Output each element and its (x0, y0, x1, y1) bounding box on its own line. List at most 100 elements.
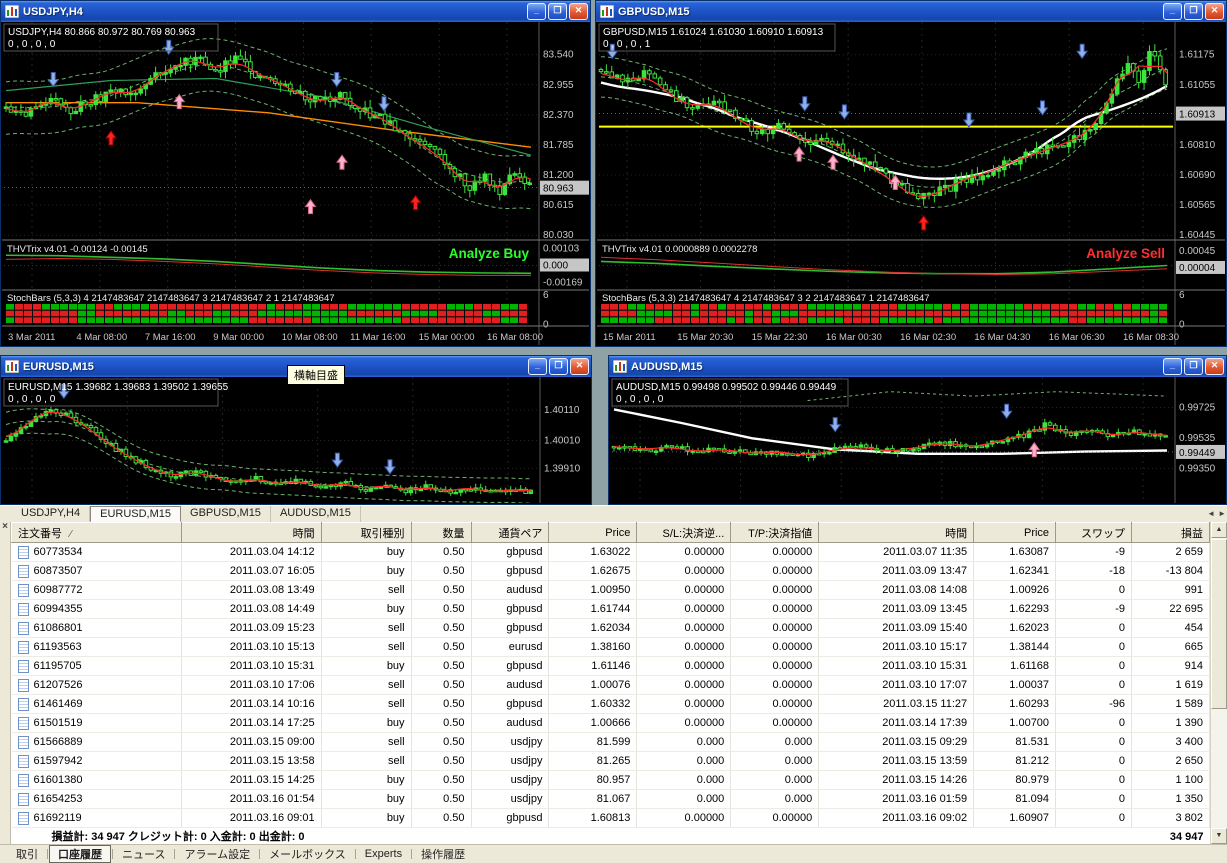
cell: 0.000 (636, 751, 732, 771)
maximize-button[interactable]: ❐ (1184, 3, 1203, 20)
cell: gbpusd (471, 694, 550, 714)
history-row[interactable]: 61195705 2011.03.10 15:31 buy 0.50 gbpusd 1.6… (11, 656, 1210, 676)
column-header-4[interactable]: 通貨ペア (470, 522, 550, 543)
maximize-button[interactable]: ❐ (548, 3, 567, 20)
chart-tab-usdjpy-h4[interactable]: USDJPY,H4 (12, 506, 91, 522)
cell: 0.00000 (636, 637, 732, 657)
terminal-tab-0[interactable]: 取引 (8, 846, 46, 862)
history-row[interactable]: 61601380 2011.03.15 14:25 buy 0.50 usdjpy 80.… (11, 770, 1210, 790)
tab-scroll-left-icon[interactable]: ◄ (1207, 509, 1215, 518)
chart-tab-audusd-m15[interactable]: AUDUSD,M15 (271, 506, 361, 522)
cell: audusd (471, 675, 550, 695)
cell: 0.000 (730, 789, 820, 809)
tab-separator (112, 849, 113, 859)
column-header-9[interactable]: Price (973, 522, 1057, 543)
chart-canvas-eurusd[interactable]: 1.40110 1.40010 1.39910 EURUSD,M15 1.39682 … (2, 377, 590, 503)
terminal-tab-5[interactable]: Experts (357, 848, 410, 860)
titlebar-usdjpy[interactable]: USDJPY,H4 _ ❐ ✕ (1, 1, 590, 22)
maximize-button[interactable]: ❐ (549, 358, 568, 375)
scroll-down-icon[interactable]: ▼ (1211, 828, 1227, 844)
cell: 2011.03.10 15:17 (818, 637, 975, 657)
chart-canvas-audusd[interactable]: 0.99725 0.99535 0.99350 0.99449 AUDUSD,M15 0… (610, 377, 1225, 503)
terminal-tab-1[interactable]: 口座履歴 (49, 845, 111, 863)
titlebar-gbpusd[interactable]: GBPUSD,M15 _ ❐ ✕ (596, 1, 1226, 22)
svg-text:4 Mar 08:00: 4 Mar 08:00 (76, 332, 127, 343)
order-number: 60773534 (33, 546, 83, 558)
cell: sell (321, 618, 412, 638)
svg-text:1.61055: 1.61055 (1179, 80, 1216, 91)
chart-tab-eurusd-m15[interactable]: EURUSD,M15 (90, 506, 182, 522)
cell: 1 100 (1131, 770, 1210, 790)
chart-tab-bar: USDJPY,H4 EURUSD,M15 GBPUSD,M15 AUDUSD,M15 (12, 506, 361, 522)
cell: 2011.03.07 11:35 (818, 542, 975, 562)
minimize-button[interactable]: _ (528, 358, 547, 375)
cell: 2 650 (1131, 751, 1210, 771)
history-row[interactable]: 61207526 2011.03.10 17:06 sell 0.50 audusd 1.… (11, 675, 1210, 695)
table-scrollbar[interactable]: ▲ ▼ (1210, 522, 1227, 844)
cell: 454 (1131, 618, 1210, 638)
cell: 2011.03.10 15:31 (181, 656, 322, 676)
close-button[interactable]: ✕ (1205, 3, 1224, 20)
terminal-left-strip: × (0, 522, 11, 844)
svg-text:0 , 0 , 0 , 0: 0 , 0 , 0 , 0 (8, 394, 56, 405)
cell: 0.50 (411, 808, 472, 828)
history-row[interactable]: 61692119 2011.03.16 09:01 buy 0.50 gbpusd 1.6… (11, 808, 1210, 828)
column-header-8[interactable]: 時間 (818, 522, 975, 543)
history-row[interactable]: 61461469 2011.03.14 10:16 sell 0.50 gbpusd 1.… (11, 694, 1210, 714)
cell: 1 619 (1131, 675, 1210, 695)
history-row[interactable]: 61597942 2011.03.15 13:58 sell 0.50 usdjpy 81… (11, 751, 1210, 771)
history-row[interactable]: 60987772 2011.03.08 13:49 sell 0.50 audusd 1.… (11, 580, 1210, 600)
close-button[interactable]: ✕ (570, 358, 589, 375)
history-row[interactable]: 61501519 2011.03.14 17:25 buy 0.50 audusd 1.0… (11, 713, 1210, 733)
column-header-3[interactable]: 数量 (410, 522, 472, 543)
cell: 0 (1055, 713, 1132, 733)
cell: sell (321, 694, 412, 714)
terminal-close-button[interactable]: × (0, 522, 10, 532)
terminal-tab-4[interactable]: メールボックス (261, 846, 354, 862)
column-header-5[interactable]: Price (548, 522, 638, 543)
terminal-tab-6[interactable]: 操作履歴 (413, 846, 473, 862)
history-row[interactable]: 60873507 2011.03.07 16:05 buy 0.50 gbpusd 1.6… (11, 561, 1210, 581)
chart-canvas-usdjpy[interactable]: 83.54082.95582.37081.78581.20080.61580.0… (2, 22, 589, 345)
chart-icon (612, 359, 628, 374)
column-header-2[interactable]: 取引種別 (320, 522, 412, 543)
cell: audusd (471, 580, 550, 600)
column-header-7[interactable]: T/P:決済指値 (730, 522, 820, 543)
column-header-10[interactable]: スワップ (1055, 522, 1132, 543)
cell: 2011.03.08 13:49 (181, 580, 322, 600)
minimize-button[interactable]: _ (1163, 3, 1182, 20)
chart-tab-gbpusd-m15[interactable]: GBPUSD,M15 (181, 506, 271, 522)
cell: 0.50 (411, 561, 472, 581)
cell: 0.50 (411, 694, 472, 714)
column-header-11[interactable]: 損益 (1131, 522, 1210, 543)
cell: 1.00666 (548, 713, 638, 733)
history-row[interactable]: 61086801 2011.03.09 15:23 sell 0.50 gbpusd 1.… (11, 618, 1210, 638)
terminal-tab-3[interactable]: アラーム設定 (176, 846, 258, 862)
minimize-button[interactable]: _ (527, 3, 546, 20)
column-header-0[interactable]: 注文番号 ∕ (11, 522, 182, 543)
minimize-button[interactable]: _ (1163, 358, 1182, 375)
history-row[interactable]: 60994355 2011.03.08 14:49 buy 0.50 gbpusd 1.6… (11, 599, 1210, 619)
history-row[interactable]: 61566889 2011.03.15 09:00 sell 0.50 usdjpy 81… (11, 732, 1210, 752)
maximize-button[interactable]: ❐ (1184, 358, 1203, 375)
history-row[interactable]: 61654253 2011.03.16 01:54 buy 0.50 usdjpy 81.… (11, 789, 1210, 809)
column-header-1[interactable]: 時間 (180, 522, 322, 543)
close-button[interactable]: ✕ (569, 3, 588, 20)
tab-separator (259, 849, 261, 859)
cell: 0.00000 (636, 561, 732, 581)
scroll-up-icon[interactable]: ▲ (1211, 522, 1227, 538)
cell: usdjpy (471, 770, 550, 790)
column-header-6[interactable]: S/L:決済逆... (636, 522, 732, 543)
terminal-tab-2[interactable]: ニュース (114, 846, 173, 862)
chart-canvas-gbpusd[interactable]: 1.611751.610551.608101.606901.605651.604… (597, 22, 1225, 345)
history-row[interactable]: 60773534 2011.03.04 14:12 buy 0.50 gbpusd 1.6… (11, 542, 1210, 562)
svg-text:6: 6 (1179, 290, 1185, 301)
history-row[interactable]: 61193563 2011.03.10 15:13 sell 0.50 eurusd 1.… (11, 637, 1210, 657)
document-icon (17, 640, 29, 654)
scrollbar-thumb[interactable] (1211, 539, 1227, 709)
cell: buy (321, 542, 412, 562)
cell: 1.62293 (973, 599, 1057, 619)
tab-scroll-right-icon[interactable]: ► (1218, 509, 1226, 518)
close-button[interactable]: ✕ (1205, 358, 1224, 375)
titlebar-audusd[interactable]: AUDUSD,M15 _ ❐ ✕ (609, 356, 1226, 377)
